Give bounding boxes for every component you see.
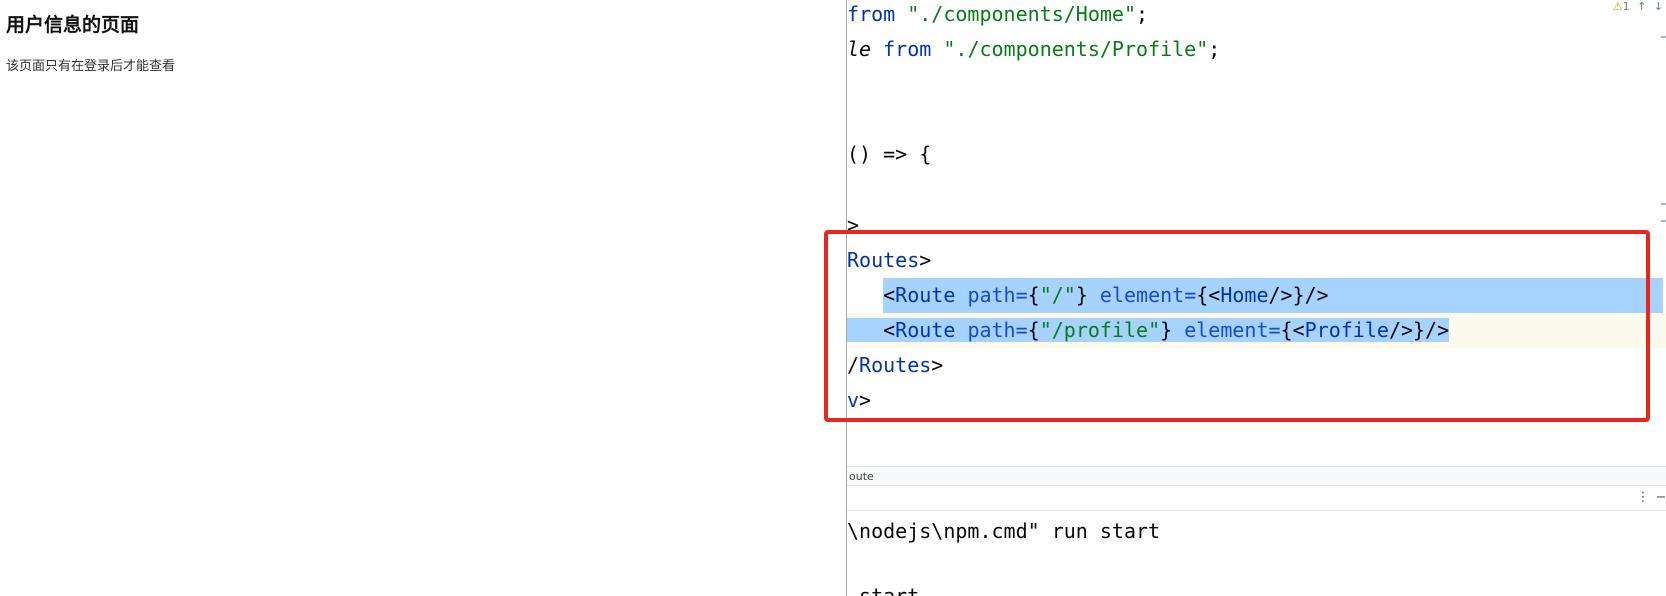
minimize-icon[interactable]: − <box>1653 490 1666 506</box>
terminal-panel[interactable]: \nodejs\npm.cmd" run start start <box>847 511 1666 596</box>
semicolon: ; <box>1208 37 1221 61</box>
jsx-attribute: element= <box>1099 283 1197 307</box>
jsx-attribute: path= <box>967 318 1028 342</box>
jsx-attribute: element= <box>1184 318 1281 342</box>
tag-bracket: < <box>883 283 896 307</box>
ide-window: ⚠1 ↑ ↓ from "./components/Home"; le from… <box>846 0 1666 596</box>
breadcrumb[interactable]: oute <box>847 466 1666 486</box>
scroll-marker <box>1661 36 1666 38</box>
string-literal: "./components/Home" <box>907 2 1136 26</box>
code-line[interactable]: v> <box>847 383 871 418</box>
page-title: 用户信息的页面 <box>6 14 140 36</box>
tag-bracket: > <box>919 248 932 272</box>
code-line[interactable]: Routes> <box>847 243 931 278</box>
tag-bracket: > <box>859 388 872 412</box>
scroll-marker <box>1661 220 1666 222</box>
jsx-tag: v <box>847 388 860 412</box>
arrow-up-icon[interactable]: ↑ <box>1637 0 1646 13</box>
code-line-selected[interactable]: <Route path={"/"} element={<Home/>}/> <box>847 278 1664 313</box>
terminal-toolbar: ⋮ − <box>847 488 1666 511</box>
brace: { <box>1027 318 1040 342</box>
string-literal: "/" <box>1039 283 1076 307</box>
brace: {< <box>1196 283 1221 307</box>
jsx-attribute: path= <box>967 283 1028 307</box>
brace: {< <box>1280 318 1305 342</box>
string-literal: "./components/Profile" <box>943 37 1209 61</box>
code-text: > <box>847 213 860 237</box>
string-literal: "/profile" <box>1039 318 1161 342</box>
jsx-tag: Routes <box>859 353 932 377</box>
jsx-tag: Routes <box>847 248 920 272</box>
more-vertical-icon[interactable]: ⋮ <box>1635 490 1651 506</box>
brace: } <box>1160 318 1173 342</box>
code-line[interactable]: le from "./components/Profile"; <box>847 32 1220 67</box>
terminal-line: start <box>847 584 920 596</box>
tag-close: />}/> <box>1268 283 1329 307</box>
code-line[interactable]: /Routes> <box>847 348 943 383</box>
brace: { <box>1027 283 1040 307</box>
scroll-marker <box>1661 203 1666 205</box>
code-line[interactable]: () => { <box>847 137 931 172</box>
tag-bracket: > <box>931 353 944 377</box>
component-name: Profile <box>1304 318 1389 342</box>
browser-page: 用户信息的页面 该页面只有在登录后才能查看 <box>0 0 846 596</box>
brace: } <box>1075 283 1088 307</box>
code-line[interactable]: from "./components/Home"; <box>847 0 1148 32</box>
jsx-tag: Route <box>895 283 956 307</box>
identifier: le <box>847 37 872 61</box>
semicolon: ; <box>1136 2 1149 26</box>
code-editor[interactable]: ⚠1 ↑ ↓ from "./components/Home"; le from… <box>847 0 1666 462</box>
component-name: Home <box>1220 283 1269 307</box>
warning-count: 1 <box>1622 0 1630 13</box>
tag-slash: / <box>847 353 860 377</box>
tag-bracket: < <box>883 318 896 342</box>
code-line-current[interactable]: <Route path={"/profile"} element={<Profi… <box>847 313 1666 348</box>
jsx-tag: Route <box>895 318 956 342</box>
warning-triangle-icon[interactable]: ⚠ <box>1613 0 1623 13</box>
tag-close: />}/> <box>1388 318 1450 342</box>
inspection-widget[interactable]: ⚠1 ↑ ↓ <box>1613 0 1663 16</box>
code-text: () => { <box>847 142 932 166</box>
arrow-down-icon[interactable]: ↓ <box>1654 0 1663 13</box>
page-description: 该页面只有在登录后才能查看 <box>6 59 176 74</box>
keyword: from <box>847 2 896 26</box>
code-line[interactable]: > <box>847 208 859 243</box>
terminal-line: \nodejs\npm.cmd" run start <box>847 519 1161 543</box>
keyword: from <box>883 37 932 61</box>
